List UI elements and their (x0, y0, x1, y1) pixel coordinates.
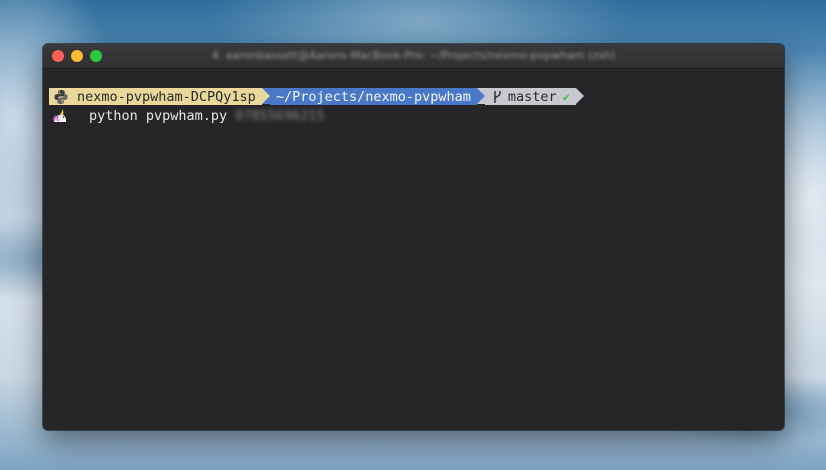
unicorn-icon (53, 109, 66, 122)
virtualenv-segment: nexmo-pvpwham-DCPQy1sp (49, 88, 262, 105)
command-argument: 07855696215 (235, 108, 325, 124)
git-branch-icon (494, 90, 501, 103)
segment-separator (575, 88, 584, 104)
command-line[interactable]: python pvpwham.py 07855696215 (51, 107, 325, 125)
virtualenv-name: nexmo-pvpwham-DCPQy1sp (77, 88, 256, 105)
git-branch: master (507, 88, 557, 105)
current-path: ~/Projects/nexmo-pvpwham (275, 88, 471, 105)
git-segment: master ✔ (484, 88, 576, 105)
window-title: 4. aaronbassett@Aarons-MacBook-Pro: ~/Pr… (211, 49, 616, 62)
terminal-window[interactable]: 4. aaronbassett@Aarons-MacBook-Pro: ~/Pr… (43, 44, 784, 430)
shell-prompt: nexmo-pvpwham-DCPQy1sp ~/Projects/nexmo-… (49, 88, 584, 105)
command-text: python pvpwham.py (89, 108, 228, 124)
path-segment: ~/Projects/nexmo-pvpwham (269, 88, 477, 105)
python-icon (54, 89, 68, 104)
segment-separator (261, 88, 270, 104)
segment-separator (476, 88, 485, 104)
terminal-content[interactable]: nexmo-pvpwham-DCPQy1sp ~/Projects/nexmo-… (43, 69, 784, 430)
check-icon: ✔ (562, 89, 570, 104)
title-bar[interactable]: 4. aaronbassett@Aarons-MacBook-Pro: ~/Pr… (43, 44, 784, 69)
